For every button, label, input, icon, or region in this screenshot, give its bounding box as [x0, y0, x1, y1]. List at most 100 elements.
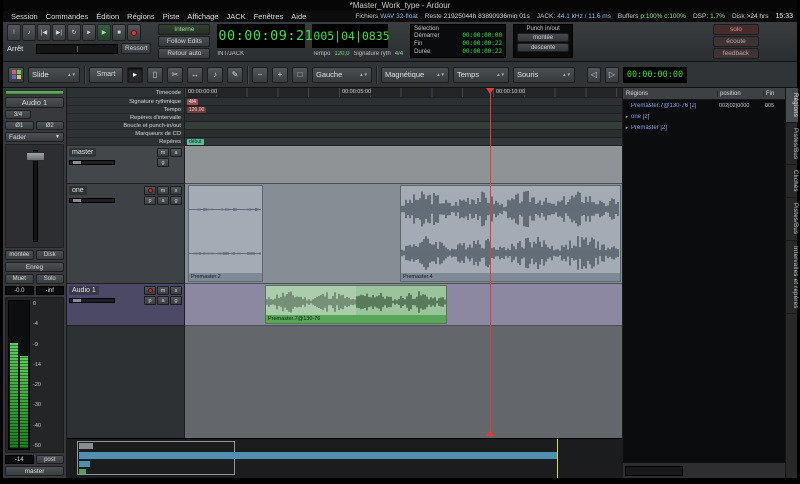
track-lane-one[interactable]: Premaster.2 Premaster.4: [185, 184, 622, 284]
ruler-label-markers[interactable]: Repères: [67, 138, 184, 146]
track-header-audio1[interactable]: Audio 1 m s p a g: [67, 284, 184, 326]
mute-button[interactable]: m: [157, 286, 169, 295]
draw-tool-button[interactable]: ✎: [227, 67, 243, 83]
summary-overview[interactable]: [67, 438, 622, 478]
nudge-backward-button[interactable]: ◁: [587, 67, 601, 83]
menu-jack[interactable]: JACK: [223, 12, 250, 21]
play-button[interactable]: ▶: [97, 24, 111, 41]
tempo-ruler[interactable]: 120,00: [185, 106, 622, 114]
group-button[interactable]: g: [170, 296, 182, 305]
automation-button[interactable]: a: [157, 196, 169, 205]
track-gain-slider[interactable]: [69, 298, 115, 303]
menu-affichage[interactable]: Affichage: [183, 12, 222, 21]
stop-button[interactable]: ■: [112, 24, 126, 41]
nudge-clock[interactable]: 00:00:00:00: [623, 67, 687, 83]
secondary-clock[interactable]: 005|04|0835: [312, 24, 388, 48]
phase-invert-1-button[interactable]: Ø1: [5, 121, 34, 130]
ruler-label-ranges[interactable]: Repères d'intervalle: [67, 114, 184, 122]
meter-value[interactable]: 4/4: [395, 51, 403, 57]
tab-tracks-busses[interactable]: Pistes/Bus: [786, 123, 798, 165]
grab-tool-button[interactable]: ▸: [127, 67, 143, 83]
tab-track-bus-groups[interactable]: Pistes/Bus: [786, 198, 798, 240]
loop-punch-ruler[interactable]: [185, 122, 622, 130]
ruler-label-meter[interactable]: Signature rythmique: [67, 98, 184, 106]
menu-piste[interactable]: Piste: [159, 12, 184, 21]
region-premaster-4[interactable]: Premaster.4: [400, 185, 621, 282]
zoom-fit-button[interactable]: □: [292, 67, 308, 83]
selection-length-clock[interactable]: 00:00:00:22: [462, 48, 502, 56]
ruler-label-tempo[interactable]: Tempo: [67, 106, 184, 114]
selection-start-clock[interactable]: 00:00:00:00: [462, 32, 502, 40]
ruler-label-loop-punch[interactable]: Boucle et punch-in/out: [67, 122, 184, 130]
region-premaster-2[interactable]: Premaster.2: [188, 185, 263, 282]
cd-marker-ruler[interactable]: [185, 130, 622, 138]
strip-output-button[interactable]: master: [5, 466, 64, 476]
track-name[interactable]: master: [69, 148, 96, 157]
mute-button[interactable]: Muet: [5, 274, 34, 284]
column-header-fin[interactable]: Fin: [763, 91, 785, 97]
track-name[interactable]: Audio 1: [69, 286, 99, 295]
group-button[interactable]: g: [170, 196, 182, 205]
edit-point-dropdown[interactable]: Souris▲▼: [513, 67, 575, 83]
selection-end-clock[interactable]: 00:00:00:22: [462, 40, 502, 48]
ruler-label-timecode[interactable]: Timecode: [67, 88, 184, 98]
playlist-button[interactable]: p: [144, 196, 156, 205]
column-header-regions[interactable]: Régions: [623, 91, 717, 97]
location-marker[interactable]: début: [187, 139, 204, 145]
monitor-input-button[interactable]: montée: [5, 250, 34, 260]
column-header-position[interactable]: position: [717, 91, 763, 97]
track-gain-slider[interactable]: [69, 198, 115, 203]
region-list-footer-box[interactable]: [625, 466, 683, 476]
smart-mode-button[interactable]: Smart: [89, 67, 123, 83]
auto-return-button[interactable]: Retour auto: [158, 48, 210, 59]
record-enable-button[interactable]: Enreg: [5, 262, 64, 272]
tab-regions[interactable]: Régions: [786, 88, 798, 123]
track-lane-audio1[interactable]: Premaster.7@130-76: [185, 284, 622, 326]
track-name[interactable]: one: [69, 186, 87, 195]
automation-button[interactable]: a: [170, 148, 182, 157]
tempo-label[interactable]: Tempo: [312, 51, 330, 57]
expander-icon[interactable]: ▸: [623, 125, 631, 131]
phase-invert-2-button[interactable]: Ø2: [36, 121, 65, 130]
ruler-label-cd-markers[interactable]: Marqueurs de CD: [67, 130, 184, 138]
punch-in-button[interactable]: montée: [517, 33, 569, 42]
solo-button[interactable]: s: [170, 286, 182, 295]
track-lane-master[interactable]: [185, 146, 622, 184]
gain-mode-dropdown[interactable]: Fader▼: [5, 132, 64, 142]
menu-edition[interactable]: Édition: [92, 12, 123, 21]
follow-edits-button[interactable]: Follow Edits: [158, 36, 210, 47]
solo-indicator-button[interactable]: solo: [713, 24, 759, 35]
range-tool-button[interactable]: ▯: [147, 67, 163, 83]
shuttle-control[interactable]: [36, 44, 118, 54]
menu-fenetres[interactable]: Fenêtres: [250, 12, 288, 21]
shuttle-mode-button[interactable]: Ressort: [121, 43, 151, 54]
primary-clock[interactable]: 00:00:09:21: [217, 24, 305, 48]
midi-panic-button[interactable]: !: [7, 24, 21, 41]
mute-button[interactable]: m: [157, 148, 169, 157]
menu-session[interactable]: Session: [7, 12, 42, 21]
goto-end-button[interactable]: ▶|: [52, 24, 66, 41]
menu-commandes[interactable]: Commandes: [42, 12, 93, 21]
mute-button[interactable]: m: [157, 186, 169, 195]
snap-mode-dropdown[interactable]: Magnétique▲▼: [381, 67, 449, 83]
loop-button[interactable]: ↻: [67, 24, 81, 41]
expander-icon[interactable]: ▸: [623, 114, 631, 120]
punch-out-button[interactable]: descente: [517, 43, 569, 52]
goto-start-button[interactable]: |◀: [37, 24, 51, 41]
tempo-value[interactable]: 120,0: [334, 51, 349, 57]
stretch-tool-button[interactable]: ↔: [187, 67, 203, 83]
track-header-one[interactable]: one m s p a g: [67, 184, 184, 284]
menu-aide[interactable]: Aide: [287, 12, 310, 21]
zoom-in-button[interactable]: +: [272, 67, 288, 83]
range-marker-ruler[interactable]: [185, 114, 622, 122]
cut-tool-button[interactable]: ✂: [167, 67, 183, 83]
zoom-out-button[interactable]: −: [252, 67, 268, 83]
audition-tool-button[interactable]: ♪: [207, 67, 223, 83]
solo-button[interactable]: Solo: [36, 274, 65, 284]
tab-snapshots[interactable]: Clichés: [786, 165, 798, 198]
strip-name-button[interactable]: Audio 1: [5, 97, 64, 108]
location-marker-ruler[interactable]: début: [185, 138, 622, 146]
track-header-master[interactable]: master m a g: [67, 146, 184, 184]
edit-mode-dropdown[interactable]: Slide▲▼: [28, 67, 80, 83]
tempo-marker[interactable]: 120,00: [187, 107, 206, 113]
